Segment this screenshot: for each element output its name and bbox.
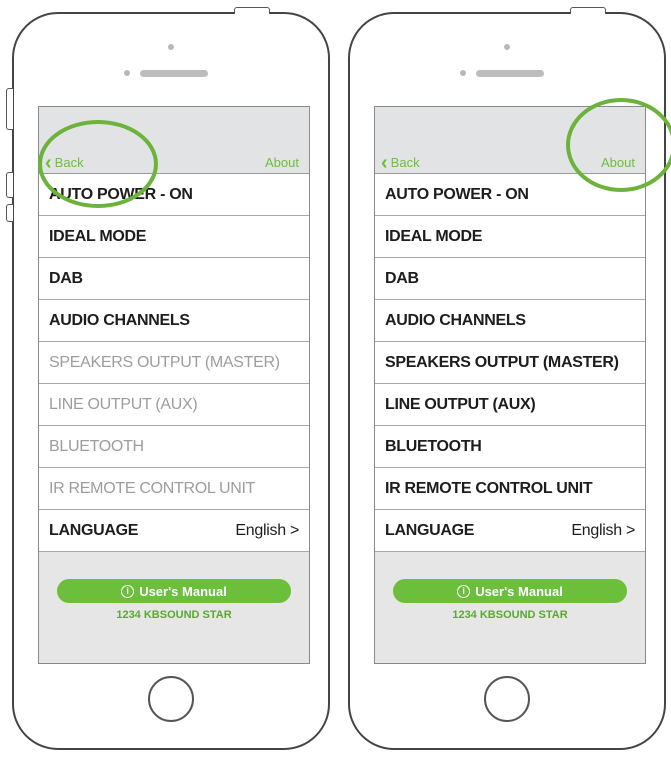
setting-bluetooth[interactable]: BLUETOOTH <box>375 426 645 468</box>
setting-label: DAB <box>49 269 83 287</box>
setting-label: IDEAL MODE <box>385 227 483 245</box>
setting-language[interactable]: LANGUAGE English > <box>39 510 309 552</box>
setting-label: AUDIO CHANNELS <box>385 311 526 329</box>
volume-down-button <box>6 204 13 222</box>
camera-icon <box>504 44 510 50</box>
earpiece-speaker <box>476 70 544 77</box>
settings-list: AUTO POWER - ON IDEAL MODE DAB AUDIO CHA… <box>375 173 645 552</box>
back-button[interactable]: ‹ Back <box>381 151 420 174</box>
manual-label: User's Manual <box>475 583 563 599</box>
setting-label: LINE OUTPUT (AUX) <box>385 395 536 413</box>
power-button <box>570 7 606 14</box>
setting-ideal-mode[interactable]: IDEAL MODE <box>375 216 645 258</box>
setting-label: IR REMOTE CONTROL UNIT <box>385 479 593 497</box>
setting-dab[interactable]: DAB <box>39 258 309 300</box>
setting-speakers-output[interactable]: SPEAKERS OUTPUT (MASTER) <box>375 342 645 384</box>
power-button <box>234 7 270 14</box>
setting-label: BLUETOOTH <box>385 437 482 455</box>
setting-label: LANGUAGE <box>49 521 139 539</box>
camera-icon <box>168 44 174 50</box>
setting-label: BLUETOOTH <box>49 437 144 455</box>
volume-up-button <box>6 88 13 130</box>
setting-label: AUTO POWER - ON <box>385 185 529 203</box>
home-button <box>484 676 530 722</box>
footer: i User's Manual 1234 KBSOUND STAR <box>39 552 309 662</box>
earpiece-speaker <box>140 70 208 77</box>
setting-label: LINE OUTPUT (AUX) <box>49 395 198 413</box>
setting-audio-channels[interactable]: AUDIO CHANNELS <box>375 300 645 342</box>
setting-bluetooth: BLUETOOTH <box>39 426 309 468</box>
users-manual-button[interactable]: i User's Manual <box>57 579 291 603</box>
language-value: English > <box>235 521 299 539</box>
highlight-circle-about <box>566 98 671 192</box>
footer: i User's Manual 1234 KBSOUND STAR <box>375 552 645 662</box>
setting-language[interactable]: LANGUAGE English > <box>375 510 645 552</box>
setting-label: IDEAL MODE <box>49 227 147 245</box>
users-manual-button[interactable]: i User's Manual <box>393 579 627 603</box>
setting-label: AUDIO CHANNELS <box>49 311 190 329</box>
setting-label: DAB <box>385 269 419 287</box>
back-label: Back <box>390 155 420 170</box>
setting-label: SPEAKERS OUTPUT (MASTER) <box>49 353 280 371</box>
setting-ideal-mode[interactable]: IDEAL MODE <box>39 216 309 258</box>
info-icon: i <box>457 584 471 598</box>
manual-label: User's Manual <box>139 583 227 599</box>
setting-label: IR REMOTE CONTROL UNIT <box>49 479 256 497</box>
device-name: 1234 KBSOUND STAR <box>452 609 568 621</box>
phone-mockup-left: ‹ Back About AUTO POWER - ON IDEAL MODE … <box>6 7 330 750</box>
setting-line-output: LINE OUTPUT (AUX) <box>39 384 309 426</box>
setting-line-output[interactable]: LINE OUTPUT (AUX) <box>375 384 645 426</box>
device-name: 1234 KBSOUND STAR <box>116 609 232 621</box>
setting-dab[interactable]: DAB <box>375 258 645 300</box>
home-button <box>148 676 194 722</box>
setting-label: LANGUAGE <box>385 521 475 539</box>
about-link[interactable]: About <box>265 155 299 170</box>
sensor-dot <box>460 70 466 76</box>
setting-label: SPEAKERS OUTPUT (MASTER) <box>385 353 619 371</box>
sensor-dot <box>124 70 130 76</box>
settings-list: AUTO POWER - ON IDEAL MODE DAB AUDIO CHA… <box>39 173 309 552</box>
highlight-circle-back <box>38 120 158 208</box>
setting-speakers-output: SPEAKERS OUTPUT (MASTER) <box>39 342 309 384</box>
chevron-left-icon: ‹ <box>381 151 388 174</box>
setting-ir-remote: IR REMOTE CONTROL UNIT <box>39 468 309 510</box>
language-value: English > <box>571 521 635 539</box>
mute-switch <box>6 172 13 198</box>
setting-ir-remote[interactable]: IR REMOTE CONTROL UNIT <box>375 468 645 510</box>
info-icon: i <box>121 584 135 598</box>
setting-audio-channels[interactable]: AUDIO CHANNELS <box>39 300 309 342</box>
